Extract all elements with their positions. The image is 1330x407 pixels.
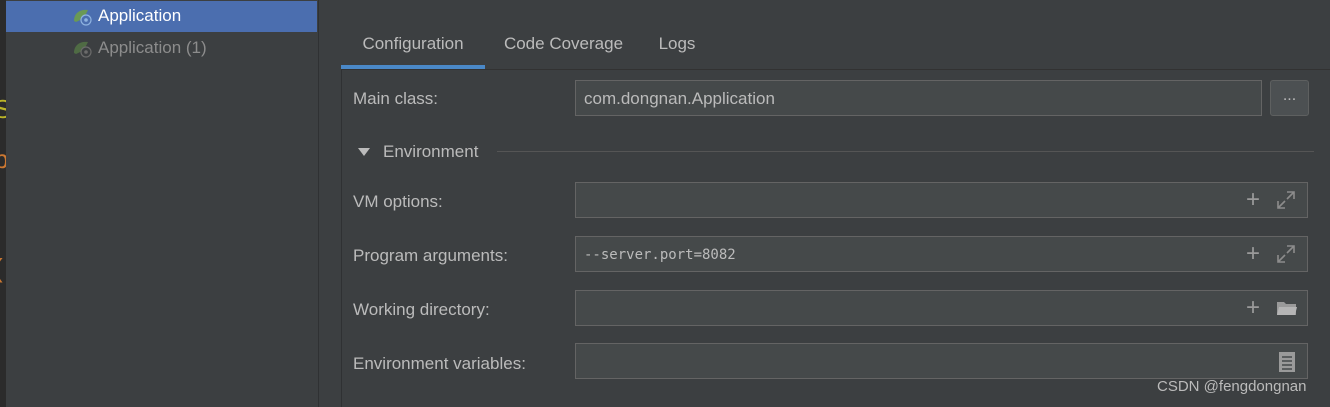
program-arguments-field[interactable]: --server.port=8082 + bbox=[575, 236, 1308, 272]
spring-boot-run-config-icon bbox=[72, 7, 96, 27]
working-directory-label: Working directory: bbox=[353, 300, 490, 319]
spring-boot-run-config-icon bbox=[72, 39, 96, 59]
vm-options-label: VM options: bbox=[353, 192, 443, 211]
tree-item-application-1[interactable]: Application (1) bbox=[6, 33, 317, 64]
plus-icon[interactable]: + bbox=[1243, 296, 1263, 320]
watermark: CSDN @fengdongnan bbox=[1157, 378, 1307, 395]
vm-options-field[interactable]: + bbox=[575, 182, 1308, 218]
tree-item-application[interactable]: Application bbox=[6, 1, 317, 32]
environment-variables-label: Environment variables: bbox=[353, 354, 526, 373]
edge-glyph: ( bbox=[0, 253, 3, 284]
working-directory-field[interactable]: + bbox=[575, 290, 1308, 326]
environment-section-label: Environment bbox=[383, 142, 479, 161]
tree-item-label: Application bbox=[98, 6, 182, 25]
browse-main-class-button[interactable]: ... bbox=[1270, 80, 1309, 116]
folder-icon[interactable] bbox=[1276, 298, 1297, 318]
plus-icon[interactable]: + bbox=[1243, 188, 1263, 212]
environment-variables-field[interactable] bbox=[575, 343, 1308, 379]
program-arguments-label: Program arguments: bbox=[353, 246, 508, 265]
tree-item-label: Application (1) bbox=[98, 38, 207, 57]
expand-icon[interactable] bbox=[1276, 190, 1296, 210]
tab-code-coverage[interactable]: Code Coverage bbox=[491, 24, 636, 70]
main-class-field[interactable]: com.dongnan.Application bbox=[575, 80, 1262, 116]
program-arguments-value: --server.port=8082 bbox=[584, 247, 736, 263]
tab-logs[interactable]: Logs bbox=[646, 24, 708, 70]
section-divider bbox=[497, 151, 1314, 152]
tab-configuration[interactable]: Configuration bbox=[341, 24, 485, 70]
document-icon[interactable] bbox=[1277, 351, 1297, 372]
expand-icon[interactable] bbox=[1276, 244, 1296, 264]
environment-section-toggle[interactable]: Environment bbox=[358, 141, 478, 163]
main-class-label: Main class: bbox=[353, 89, 439, 108]
run-config-tree: Application Application (1) bbox=[6, 0, 319, 407]
plus-icon[interactable]: + bbox=[1243, 242, 1263, 266]
main-class-value: com.dongnan.Application bbox=[584, 89, 775, 108]
triangle-down-icon bbox=[358, 148, 370, 156]
